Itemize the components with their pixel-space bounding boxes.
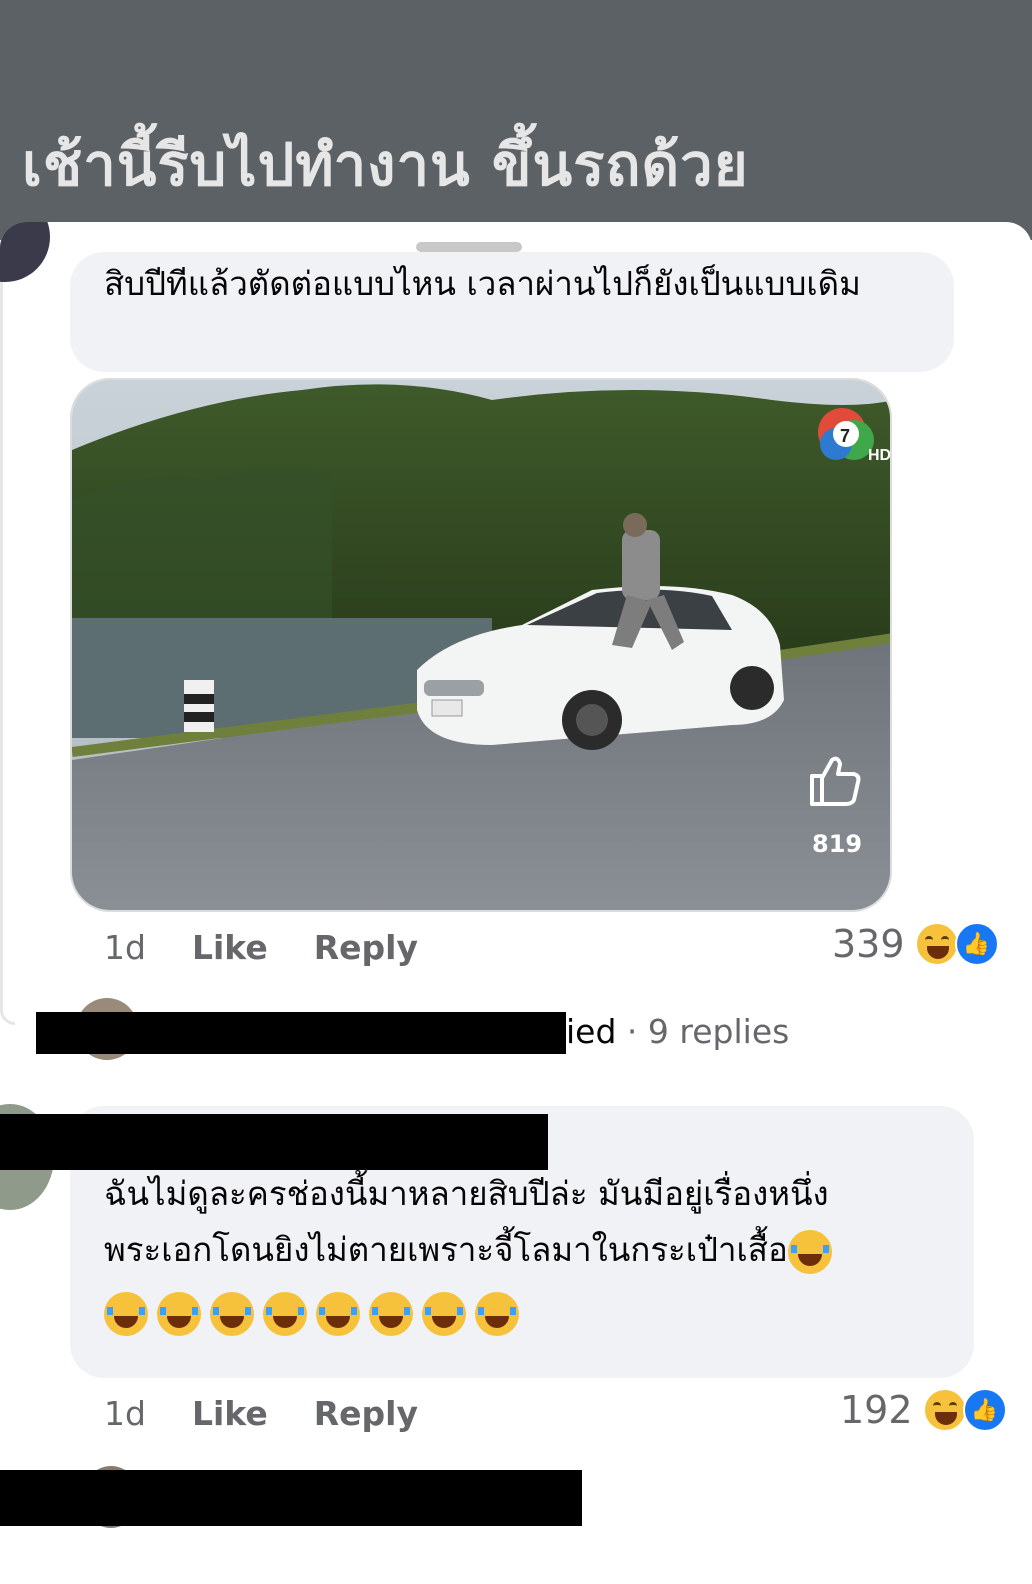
laughing-tears-emoji [157, 1291, 201, 1336]
comment-actions: 1d Like Reply [104, 1394, 418, 1433]
laughing-tears-emoji [369, 1291, 413, 1336]
svg-text:7: 7 [840, 426, 850, 446]
thumbs-up-icon[interactable] [804, 750, 864, 810]
reply-button[interactable]: Reply [314, 928, 418, 967]
like-button[interactable]: Like [192, 928, 268, 967]
replied-fragment: ied [566, 1012, 617, 1051]
redacted-name [0, 1114, 548, 1170]
reply-thread-line [0, 222, 15, 1025]
background-post-title: เช้านี้รีบไปทำงาน ขึ้นรถด้วย [22, 131, 749, 199]
reaction-count: 192 [840, 1388, 913, 1432]
like-button[interactable]: Like [192, 1394, 268, 1433]
svg-text:HD: HD [868, 447, 891, 464]
video-thumbnail: 7 HD [72, 380, 891, 910]
haha-reaction-icon [914, 922, 959, 966]
comment-time: 1d [104, 1394, 146, 1433]
comment-text-line: พระเอกโดนยิงไม่ตายเพราะจี้โลมาในกระเป๋าเ… [104, 1230, 788, 1269]
comments-sheet[interactable]: สิบปีทีแล้วตัดต่อแบบไหน เวลาผ่านไปก็ยังเ… [0, 222, 1032, 1584]
reaction-summary[interactable]: 339 👍 [832, 922, 999, 966]
comment-time: 1d [104, 928, 146, 967]
laughing-tears-emoji [475, 1291, 519, 1336]
comment-actions: 1d Like Reply [104, 928, 418, 967]
avatar[interactable] [0, 222, 50, 282]
video-attachment[interactable]: 7 HD 819 [70, 378, 892, 912]
comment-text: สิบปีทีแล้วตัดต่อแบบไหน เวลาผ่านไปก็ยังเ… [104, 264, 861, 303]
comment-text-line: ฉันไม่ดูละครช่องนี้มาหลายสิบปีล่ะ มันมีอ… [104, 1174, 829, 1213]
reply-button[interactable]: Reply [314, 1394, 418, 1433]
laughing-tears-emoji [104, 1291, 148, 1336]
comment-bubble[interactable]: สิบปีทีแล้วตัดต่อแบบไหน เวลาผ่านไปก็ยังเ… [70, 252, 954, 372]
like-reaction-icon: 👍 [962, 1388, 1007, 1432]
sheet-drag-handle[interactable] [416, 242, 522, 252]
haha-reaction-icon [922, 1388, 967, 1432]
replies-count: · 9 replies [626, 1012, 790, 1051]
background-post-header: เช้านี้รีบไปทำงาน ขึ้นรถด้วย [0, 0, 1032, 240]
redacted-name [36, 1012, 566, 1054]
reaction-count: 339 [832, 922, 905, 966]
view-replies-link[interactable]: ied · 9 replies [566, 1012, 789, 1051]
laughing-tears-emoji [787, 1229, 832, 1274]
reaction-summary[interactable]: 192 👍 [840, 1388, 1007, 1432]
laughing-tears-emoji [210, 1291, 254, 1336]
redacted-name [0, 1470, 582, 1526]
video-like-count: 819 [812, 830, 863, 858]
laughing-tears-emoji [316, 1291, 360, 1336]
laughing-tears-emoji [422, 1291, 466, 1336]
laughing-tears-emoji [263, 1291, 307, 1336]
like-reaction-icon: 👍 [954, 922, 999, 966]
